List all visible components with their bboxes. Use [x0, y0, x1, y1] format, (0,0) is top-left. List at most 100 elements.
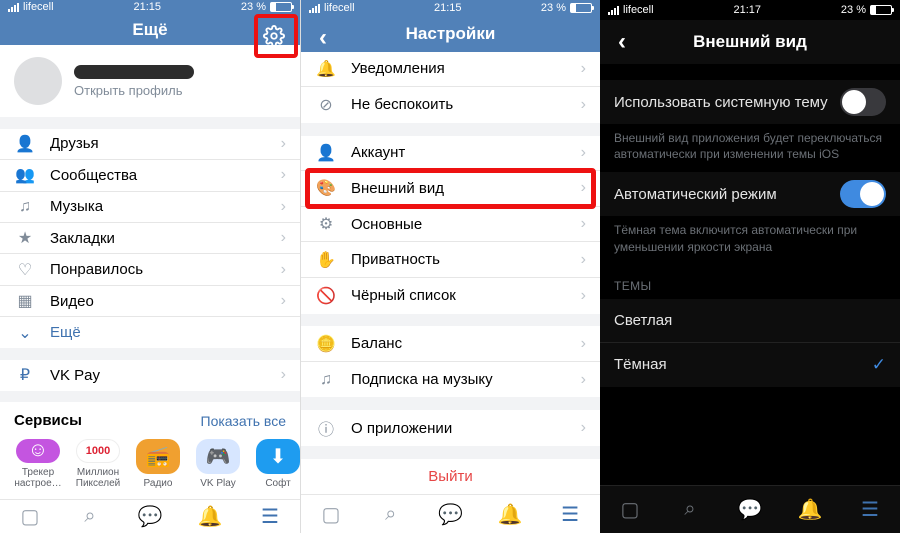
settings-button[interactable]	[252, 14, 296, 58]
video-icon: ▦	[14, 291, 36, 311]
star-icon: ★	[14, 228, 36, 248]
settings-music-sub[interactable]: ♫Подписка на музыку›	[301, 362, 600, 397]
chevron-right-icon: ›	[281, 229, 286, 247]
navbar: ‹ Внешний вид	[600, 20, 900, 64]
service-item[interactable]: ⬇Софт	[254, 439, 300, 489]
chevron-down-icon: ⌄	[14, 323, 36, 343]
tab-feed[interactable]: ▢	[610, 497, 650, 522]
menu-friends[interactable]: 👤 Друзья ›	[0, 129, 300, 160]
settings-privacy[interactable]: ✋Приватность›	[301, 242, 600, 278]
back-button[interactable]: ‹	[600, 20, 644, 64]
tab-notifications[interactable]: 🔔	[790, 497, 830, 522]
chevron-right-icon: ›	[581, 371, 586, 389]
cog-icon: ⚙	[315, 214, 337, 234]
row-auto-mode[interactable]: Автоматический режим	[600, 172, 900, 216]
chevron-right-icon: ›	[581, 144, 586, 162]
status-bar: lifecell 21:15 23 %	[0, 0, 300, 14]
signal-icon	[8, 3, 19, 12]
status-bar: lifecell 21:15 23 %	[301, 0, 600, 16]
menu-label: Закладки	[36, 230, 281, 247]
menu-more-toggle[interactable]: ⌄ Ещё	[0, 317, 300, 348]
service-item[interactable]: 1000Миллион Пикселей	[74, 439, 122, 489]
row-label: Внешний вид	[337, 180, 581, 197]
row-label: Светлая	[614, 312, 886, 329]
chevron-right-icon: ›	[281, 292, 286, 310]
service-item[interactable]: 🎮VK Play	[194, 439, 242, 489]
tab-messages[interactable]: 💬	[730, 497, 770, 522]
tab-search[interactable]: ⌕	[70, 505, 110, 528]
battery-icon	[570, 3, 592, 13]
tab-menu[interactable]: ☰	[550, 502, 590, 527]
friends-icon: 👤	[14, 134, 36, 154]
row-label: Основные	[337, 216, 581, 233]
theme-option-light[interactable]: Светлая	[600, 299, 900, 343]
tab-notifications[interactable]: 🔔	[490, 502, 530, 527]
status-time: 21:15	[434, 2, 462, 14]
tab-bar: ▢ ⌕ 💬 🔔 ☰	[600, 485, 900, 533]
settings-general[interactable]: ⚙Основные›	[301, 207, 600, 243]
tab-search[interactable]: ⌕	[371, 503, 411, 526]
dnd-icon: ⊘	[315, 95, 337, 115]
navbar: Ещё	[0, 14, 300, 45]
menu-music[interactable]: ♫ Музыка ›	[0, 192, 300, 223]
settings-about[interactable]: ⓘО приложении›	[301, 410, 600, 445]
tab-messages[interactable]: 💬	[430, 502, 470, 527]
user-icon: 👤	[315, 143, 337, 163]
signal-icon	[608, 6, 619, 15]
services-show-all[interactable]: Показать все	[201, 413, 286, 429]
settings-appearance[interactable]: 🎨Внешний вид›	[301, 171, 600, 207]
row-label: Чёрный список	[337, 287, 581, 304]
tab-feed[interactable]: ▢	[311, 502, 351, 527]
screen-appearance: lifecell 21:17 23 % ‹ Внешний вид Исполь…	[600, 0, 900, 533]
row-description: Тёмная тема включится автоматически при …	[600, 216, 900, 264]
service-tile-icon: ⬇	[256, 439, 300, 474]
menu-groups[interactable]: 👥 Сообщества ›	[0, 160, 300, 191]
tab-menu[interactable]: ☰	[850, 497, 890, 522]
chevron-right-icon: ›	[581, 287, 586, 305]
tab-messages[interactable]: 💬	[130, 504, 170, 529]
settings-balance[interactable]: 🪙Баланс›	[301, 326, 600, 362]
chevron-right-icon: ›	[581, 419, 586, 437]
settings-account[interactable]: 👤Аккаунт›	[301, 136, 600, 172]
settings-dnd[interactable]: ⊘Не беспокоить›	[301, 87, 600, 122]
menu-label: VK Pay	[36, 367, 281, 384]
service-label: VK Play	[200, 478, 236, 489]
chevron-right-icon: ›	[281, 261, 286, 279]
tab-search[interactable]: ⌕	[670, 498, 710, 521]
service-item[interactable]: ☺Трекер настрое…	[14, 439, 62, 489]
menu-vkpay[interactable]: ₽ VK Pay ›	[0, 360, 300, 391]
service-item[interactable]: 📻Радио	[134, 439, 182, 489]
row-label: Не беспокоить	[337, 96, 581, 113]
services-row[interactable]: ☺Трекер настрое… 1000Миллион Пикселей 📻Р…	[0, 435, 300, 499]
menu-video[interactable]: ▦ Видео ›	[0, 286, 300, 317]
row-use-system-theme[interactable]: Использовать системную тему	[600, 80, 900, 124]
row-label: Автоматический режим	[614, 186, 840, 203]
palette-icon: 🎨	[315, 178, 337, 198]
menu-liked[interactable]: ♡ Понравилось ›	[0, 254, 300, 285]
tab-notifications[interactable]: 🔔	[190, 504, 230, 529]
chevron-right-icon: ›	[581, 96, 586, 114]
service-tile-icon: 📻	[136, 439, 180, 474]
settings-blacklist[interactable]: 🚫Чёрный список›	[301, 278, 600, 313]
settings-logout[interactable]: Выйти	[301, 459, 600, 494]
theme-option-dark[interactable]: Тёмная ✓	[600, 343, 900, 387]
hand-icon: ✋	[315, 250, 337, 270]
row-label: Баланс	[337, 335, 581, 352]
screen-more: lifecell 21:15 23 % Ещё Открыть профиль …	[0, 0, 300, 533]
tab-bar: ▢ ⌕ 💬 🔔 ☰	[0, 499, 300, 533]
profile-name-redacted	[74, 65, 194, 79]
toggle-auto-mode[interactable]	[840, 180, 886, 208]
vkpay-icon: ₽	[14, 365, 36, 385]
battery-pct: 23 %	[541, 2, 566, 14]
settings-notifications[interactable]: 🔔Уведомления›	[301, 52, 600, 88]
row-label: Подписка на музыку	[337, 371, 581, 388]
menu-label: Понравилось	[36, 261, 281, 278]
row-label: Приватность	[337, 251, 581, 268]
tab-feed[interactable]: ▢	[10, 504, 50, 529]
menu-bookmarks[interactable]: ★ Закладки ›	[0, 223, 300, 254]
tab-menu[interactable]: ☰	[250, 504, 290, 529]
menu-label: Друзья	[36, 135, 281, 152]
logout-label: Выйти	[315, 468, 586, 485]
toggle-system-theme[interactable]	[840, 88, 886, 116]
chevron-left-icon: ‹	[319, 24, 327, 52]
